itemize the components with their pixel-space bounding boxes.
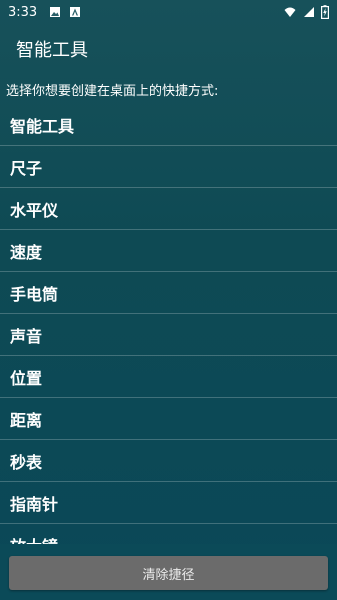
page-title: 智能工具	[16, 40, 88, 61]
list-item-level[interactable]: 水平仪	[0, 188, 337, 230]
list-item-label: 秒表	[10, 452, 43, 472]
clear-shortcuts-label: 清除捷径	[142, 567, 195, 583]
status-right-icons	[283, 5, 329, 19]
app-title-bar: 智能工具	[0, 24, 337, 74]
list-item-label: 智能工具	[10, 116, 75, 136]
list-item-label: 手电筒	[10, 284, 59, 304]
status-bar: 3:33	[0, 0, 337, 24]
battery-charging-icon	[321, 5, 329, 19]
list-item-label: 位置	[10, 368, 43, 388]
list-item-smart-tools[interactable]: 智能工具	[0, 104, 337, 146]
shortcut-list: 智能工具 尺子 水平仪 速度 手电筒 声音 位置 距离 秒表 指南针 放大镜	[0, 104, 337, 544]
status-left-icons	[49, 6, 81, 18]
image-icon	[50, 7, 61, 17]
wifi-icon	[284, 7, 296, 17]
list-item-speed[interactable]: 速度	[0, 230, 337, 272]
list-item-stopwatch[interactable]: 秒表	[0, 440, 337, 482]
list-item-ruler[interactable]: 尺子	[0, 146, 337, 188]
list-item-label: 指南针	[10, 494, 59, 514]
list-item-label: 水平仪	[10, 200, 59, 220]
list-item-sound[interactable]: 声音	[0, 314, 337, 356]
signal-icon	[304, 7, 314, 17]
list-item-magnifier[interactable]: 放大镜	[0, 524, 337, 545]
list-item-location[interactable]: 位置	[0, 356, 337, 398]
list-item-label: 速度	[10, 242, 43, 262]
list-item-distance[interactable]: 距离	[0, 398, 337, 440]
list-item-compass[interactable]: 指南针	[0, 482, 337, 524]
clear-shortcuts-button[interactable]: 清除捷径	[9, 556, 328, 590]
list-item-label: 放大镜	[10, 533, 58, 545]
instruction-text: 选择你想要创建在桌面上的快捷方式:	[6, 84, 219, 99]
list-item-label: 距离	[10, 410, 43, 430]
list-item-flashlight[interactable]: 手电筒	[0, 272, 337, 314]
list-item-label: 尺子	[10, 158, 43, 178]
a-letter-icon	[70, 7, 81, 17]
status-time: 3:33	[8, 4, 38, 20]
list-item-label: 声音	[10, 326, 43, 346]
